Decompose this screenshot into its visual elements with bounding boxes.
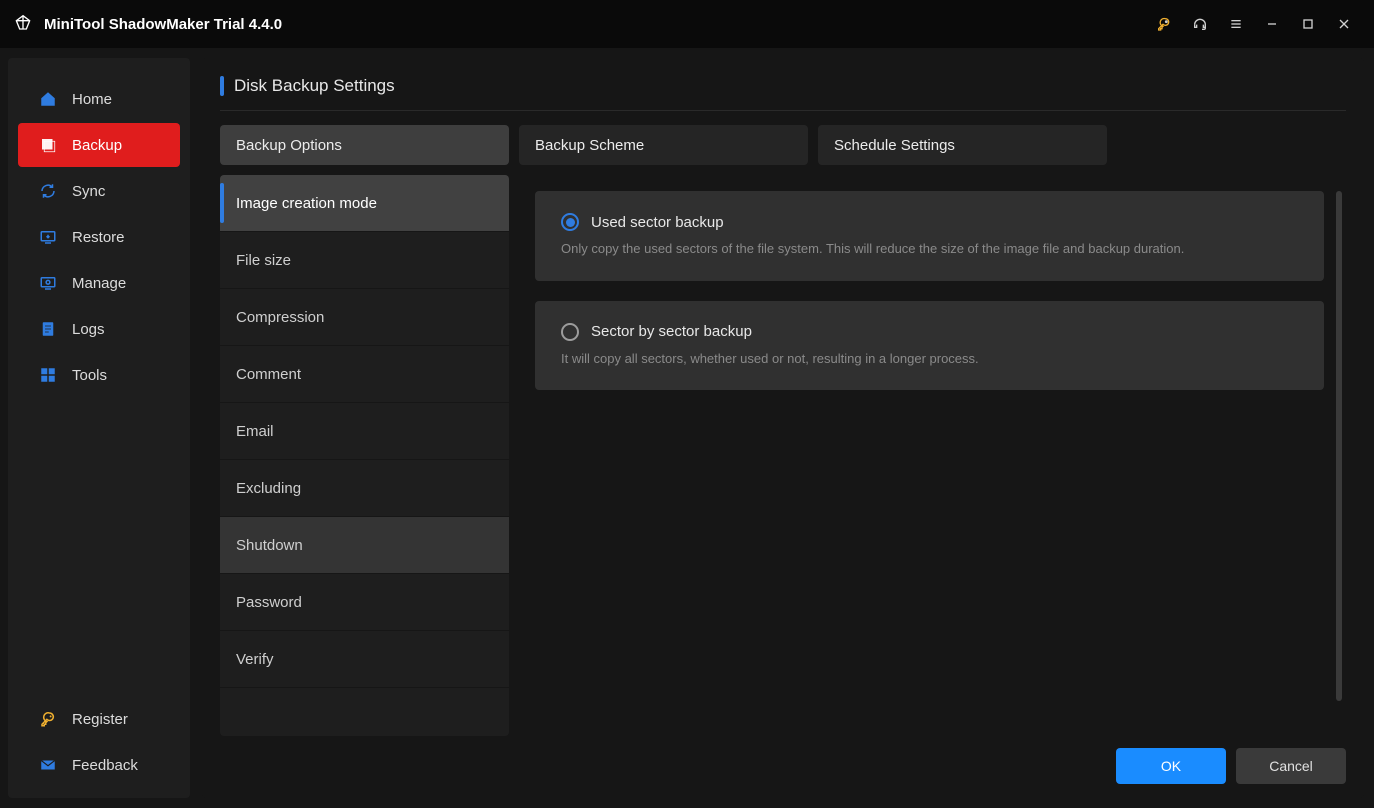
- radio-indicator[interactable]: [561, 213, 579, 231]
- backup-icon: [38, 135, 58, 155]
- main-panel: Disk Backup Settings Backup Options Back…: [202, 58, 1364, 798]
- titlebar-key-icon[interactable]: [1146, 0, 1182, 48]
- radio-option-used-sector[interactable]: Used sector backup Only copy the used se…: [535, 191, 1324, 281]
- sidebar-item-label: Restore: [72, 229, 125, 246]
- option-category-file-size[interactable]: File size: [220, 232, 509, 289]
- sidebar-item-feedback[interactable]: Feedback: [18, 743, 180, 787]
- tab-schedule-settings[interactable]: Schedule Settings: [818, 125, 1107, 165]
- radio-option-title: Used sector backup: [591, 214, 724, 231]
- logs-icon: [38, 319, 58, 339]
- close-button[interactable]: [1326, 0, 1362, 48]
- sidebar-item-home[interactable]: Home: [18, 77, 180, 121]
- option-category-label: File size: [236, 252, 291, 269]
- radio-option-title: Sector by sector backup: [591, 323, 752, 340]
- tab-label: Backup Scheme: [535, 137, 644, 154]
- sidebar-item-tools[interactable]: Tools: [18, 353, 180, 397]
- radio-option-head: Used sector backup: [561, 213, 1298, 231]
- tab-label: Backup Options: [236, 137, 342, 154]
- content-scrollbar[interactable]: [1336, 191, 1342, 701]
- sidebar-item-manage[interactable]: Manage: [18, 261, 180, 305]
- footer: OK Cancel: [220, 736, 1346, 784]
- sidebar: Home Backup Sync Restore: [8, 58, 190, 798]
- page-header: Disk Backup Settings: [220, 76, 1346, 111]
- sidebar-bottom: Register Feedback: [8, 696, 190, 788]
- options-sidebar: Image creation mode File size Compressio…: [220, 175, 509, 736]
- mail-icon: [38, 755, 58, 775]
- option-category-label: Email: [236, 423, 274, 440]
- sidebar-item-label: Logs: [72, 321, 105, 338]
- titlebar-headset-icon[interactable]: [1182, 0, 1218, 48]
- maximize-button[interactable]: [1290, 0, 1326, 48]
- button-label: OK: [1161, 758, 1181, 774]
- option-category-password[interactable]: Password: [220, 574, 509, 631]
- option-category-verify[interactable]: Verify: [220, 631, 509, 688]
- option-category-label: Compression: [236, 309, 324, 326]
- sidebar-item-label: Sync: [72, 183, 105, 200]
- titlebar-left: MiniTool ShadowMaker Trial 4.4.0: [12, 13, 282, 35]
- sidebar-item-label: Backup: [72, 137, 122, 154]
- sidebar-top: Home Backup Sync Restore: [8, 76, 190, 398]
- restore-icon: [38, 227, 58, 247]
- app-body: Home Backup Sync Restore: [0, 48, 1374, 808]
- titlebar-menu-icon[interactable]: [1218, 0, 1254, 48]
- settings-area: Image creation mode File size Compressio…: [220, 175, 1346, 736]
- home-icon: [38, 89, 58, 109]
- ok-button[interactable]: OK: [1116, 748, 1226, 784]
- radio-indicator[interactable]: [561, 323, 579, 341]
- app-logo-icon: [12, 13, 34, 35]
- option-category-excluding[interactable]: Excluding: [220, 460, 509, 517]
- sidebar-item-label: Feedback: [72, 757, 138, 774]
- option-category-label: Image creation mode: [236, 195, 377, 212]
- manage-icon: [38, 273, 58, 293]
- sidebar-item-backup[interactable]: Backup: [18, 123, 180, 167]
- sidebar-item-label: Tools: [72, 367, 107, 384]
- option-category-label: Verify: [236, 651, 274, 668]
- option-category-image-creation-mode[interactable]: Image creation mode: [220, 175, 509, 232]
- sidebar-item-label: Register: [72, 711, 128, 728]
- option-category-shutdown[interactable]: Shutdown: [220, 517, 509, 574]
- option-category-label: Password: [236, 594, 302, 611]
- option-category-email[interactable]: Email: [220, 403, 509, 460]
- tabs: Backup Options Backup Scheme Schedule Se…: [220, 125, 1346, 165]
- option-category-label: Comment: [236, 366, 301, 383]
- sidebar-item-sync[interactable]: Sync: [18, 169, 180, 213]
- sidebar-item-logs[interactable]: Logs: [18, 307, 180, 351]
- app-title: MiniTool ShadowMaker Trial 4.4.0: [44, 16, 282, 33]
- key-icon: [38, 709, 58, 729]
- button-label: Cancel: [1269, 758, 1313, 774]
- tab-label: Schedule Settings: [834, 137, 955, 154]
- option-category-label: Shutdown: [236, 537, 303, 554]
- sidebar-item-label: Home: [72, 91, 112, 108]
- option-category-compression[interactable]: Compression: [220, 289, 509, 346]
- tab-backup-scheme[interactable]: Backup Scheme: [519, 125, 808, 165]
- radio-option-head: Sector by sector backup: [561, 323, 1298, 341]
- option-category-label: Excluding: [236, 480, 301, 497]
- sidebar-item-label: Manage: [72, 275, 126, 292]
- sidebar-item-restore[interactable]: Restore: [18, 215, 180, 259]
- radio-option-desc: Only copy the used sectors of the file s…: [561, 239, 1298, 259]
- sidebar-item-register[interactable]: Register: [18, 697, 180, 741]
- page-header-accent: [220, 76, 224, 96]
- page-title: Disk Backup Settings: [234, 76, 395, 96]
- cancel-button[interactable]: Cancel: [1236, 748, 1346, 784]
- radio-option-desc: It will copy all sectors, whether used o…: [561, 349, 1298, 369]
- minimize-button[interactable]: [1254, 0, 1290, 48]
- tab-backup-options[interactable]: Backup Options: [220, 125, 509, 165]
- option-category-comment[interactable]: Comment: [220, 346, 509, 403]
- tools-icon: [38, 365, 58, 385]
- titlebar-right: [1146, 0, 1362, 48]
- options-content: Used sector backup Only copy the used se…: [519, 175, 1346, 736]
- titlebar: MiniTool ShadowMaker Trial 4.4.0: [0, 0, 1374, 48]
- sync-icon: [38, 181, 58, 201]
- radio-option-sector-by-sector[interactable]: Sector by sector backup It will copy all…: [535, 301, 1324, 391]
